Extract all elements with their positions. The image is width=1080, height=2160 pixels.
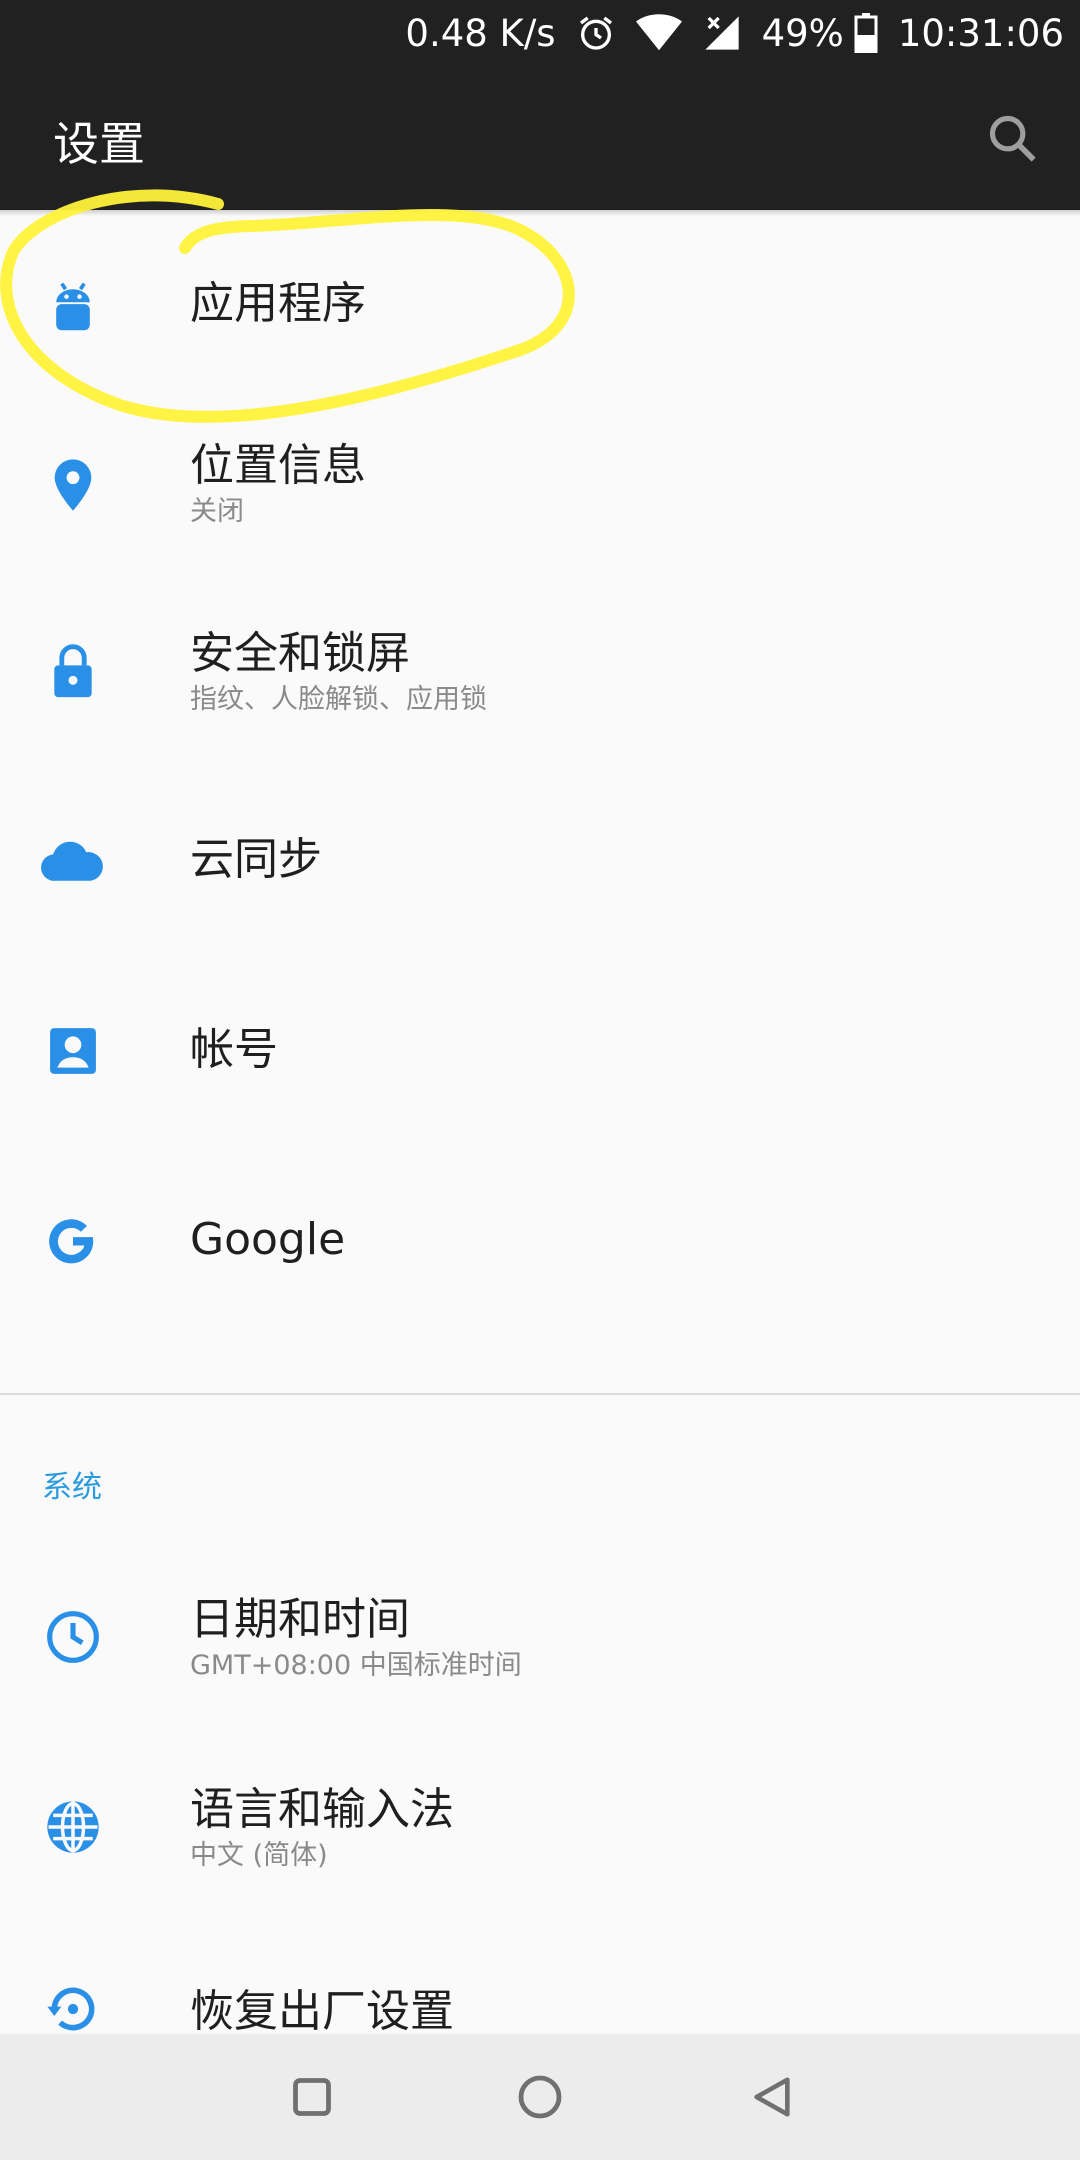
section-header-system: 系统: [42, 1470, 102, 1505]
settings-item-account[interactable]: 帐号: [0, 956, 1080, 1146]
status-bar: 0.48 K/s 49% 10:31:06: [0, 0, 1080, 66]
restore-icon: [40, 1976, 106, 2042]
location-pin-icon: [40, 452, 106, 518]
settings-item-location[interactable]: 位置信息 关闭: [0, 396, 1080, 576]
square-icon: [293, 2078, 331, 2116]
home-button[interactable]: [504, 2061, 576, 2133]
android-icon: [40, 273, 106, 339]
cloud-icon: [40, 828, 106, 894]
search-icon: [989, 115, 1036, 162]
settings-item-title: 恢复出厂设置: [190, 1986, 454, 2037]
clock-time: 10:31:06: [897, 11, 1064, 55]
settings-item-title: 位置信息: [190, 440, 366, 491]
battery-icon: [854, 13, 878, 53]
settings-item-factory-reset[interactable]: 恢复出厂设置: [0, 1920, 1080, 2040]
settings-item-subtitle: 指纹、人脸解锁、应用锁: [190, 684, 487, 715]
back-triangle-icon: [754, 2077, 790, 2117]
settings-item-title: 帐号: [190, 1024, 278, 1075]
page-title: 设置: [53, 117, 145, 171]
account-icon: [40, 1018, 106, 1084]
settings-item-title: 日期和时间: [190, 1594, 410, 1645]
circle-icon: [518, 2075, 562, 2119]
recents-button[interactable]: [276, 2061, 348, 2133]
lock-icon: [40, 638, 106, 704]
settings-item-title: 应用程序: [190, 278, 366, 329]
settings-item-apps[interactable]: 应用程序: [0, 216, 1080, 396]
wifi-icon: [635, 13, 682, 53]
settings-item-title: Google: [190, 1214, 346, 1265]
google-icon: [40, 1208, 106, 1274]
settings-item-title: 安全和锁屏: [190, 628, 410, 679]
settings-item-subtitle: 关闭: [190, 496, 244, 527]
settings-item-google[interactable]: Google: [0, 1146, 1080, 1336]
app-bar: 设置: [0, 66, 1080, 210]
settings-item-language-input[interactable]: 语言和输入法 中文 (简体): [0, 1730, 1080, 1920]
settings-item-cloud-sync[interactable]: 云同步: [0, 766, 1080, 956]
clock-icon: [40, 1604, 106, 1670]
back-button[interactable]: [736, 2061, 808, 2133]
section-divider: [0, 1393, 1080, 1395]
settings-item-subtitle: 中文 (简体): [190, 1840, 328, 1871]
settings-item-title: 云同步: [190, 834, 322, 885]
battery-percent: 49%: [761, 11, 844, 55]
navigation-bar: [0, 2034, 1080, 2160]
search-button[interactable]: [980, 106, 1044, 170]
cellular-no-signal-icon: [702, 13, 742, 53]
globe-icon: [40, 1794, 106, 1860]
settings-item-date-time[interactable]: 日期和时间 GMT+08:00 中国标准时间: [0, 1540, 1080, 1730]
settings-item-title: 语言和输入法: [190, 1784, 454, 1835]
settings-item-subtitle: GMT+08:00 中国标准时间: [190, 1650, 522, 1681]
settings-screen: 0.48 K/s 49% 10:31:06 设置 应用程序 位置信息 关闭 安全…: [0, 0, 1080, 2160]
net-speed: 0.48 K/s: [405, 11, 556, 55]
settings-item-security[interactable]: 安全和锁屏 指纹、人脸解锁、应用锁: [0, 576, 1080, 766]
alarm-icon: [576, 13, 616, 53]
